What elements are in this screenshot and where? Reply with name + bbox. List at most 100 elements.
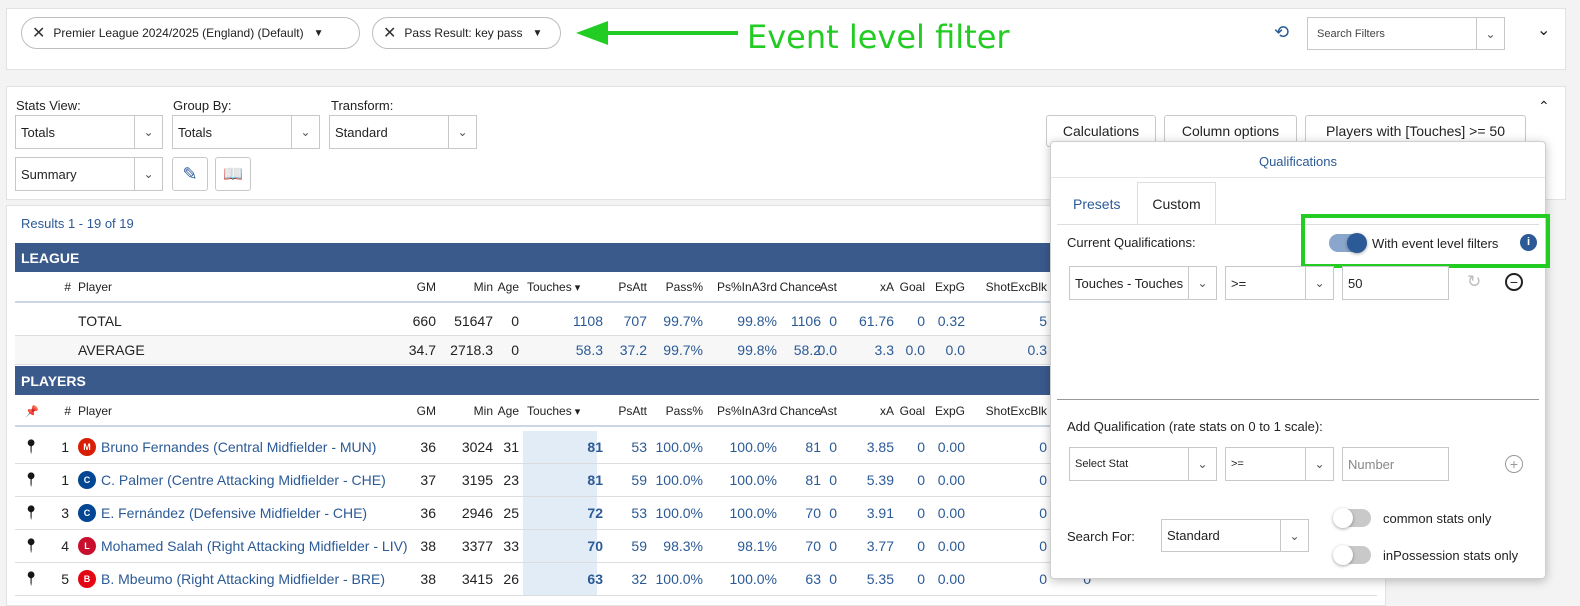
column-header[interactable]: Touches ▾ (527, 397, 607, 425)
column-header[interactable]: Pass% (655, 397, 703, 425)
event-filters-toggle[interactable] (1329, 233, 1367, 253)
chevron-down-icon[interactable]: ⌄ (134, 116, 162, 148)
tab-custom[interactable]: Custom (1137, 182, 1216, 225)
player-name-link[interactable]: C C. Palmer (Centre Attacking Midfielder … (78, 464, 386, 496)
column-header[interactable]: PsAtt (607, 273, 647, 301)
stat-cell: 53 (631, 505, 647, 521)
filter-chip-pass-result[interactable]: ✕ Pass Result: key pass ▼ (372, 17, 561, 49)
column-header[interactable]: Min (445, 273, 493, 301)
search-for-value: Standard (1167, 528, 1220, 543)
column-header[interactable]: xA (850, 273, 894, 301)
qualification-stat-select[interactable]: Touches - Touches ⌄ (1069, 266, 1217, 300)
remove-filter-icon[interactable]: ✕ (383, 23, 396, 43)
tab-presets[interactable]: Presets (1073, 196, 1120, 212)
stat-cell: 81 (587, 439, 603, 455)
search-for-label: Search For: (1067, 529, 1135, 544)
stat-cell: 0.0 (817, 342, 837, 358)
remove-filter-icon[interactable]: ✕ (32, 23, 45, 43)
column-header[interactable]: ShotExcBlk (959, 397, 1047, 425)
stat-cell: 0 (917, 439, 925, 455)
qualifications-title: Qualifications (1258, 154, 1338, 169)
column-header[interactable]: # (53, 273, 71, 301)
pin-icon[interactable]: 📍 (23, 464, 39, 496)
stats-view-select[interactable]: Totals ⌄ (15, 115, 163, 149)
player-name: E. Fernández (Defensive Midfielder - CHE… (101, 505, 368, 521)
chevron-down-icon[interactable]: ⌄ (1305, 267, 1333, 299)
group-by-value: Totals (178, 124, 212, 140)
column-header[interactable]: ShotExcBlk (959, 273, 1047, 301)
column-header[interactable]: PsAtt (607, 397, 647, 425)
stat-cell: 99.8% (737, 313, 777, 329)
chevron-down-icon[interactable]: ⌄ (1188, 267, 1216, 299)
column-header[interactable]: Goal (899, 273, 925, 301)
event-filters-label: With event level filters (1372, 236, 1499, 251)
pin-icon[interactable]: 📍 (23, 497, 39, 529)
row-label: TOTAL (78, 313, 122, 329)
player-name-link[interactable]: L Mohamed Salah (Right Attacking Midfield… (78, 530, 408, 562)
column-header[interactable]: Pass% (655, 273, 703, 301)
chevron-down-icon[interactable]: ▼ (532, 28, 542, 39)
column-header[interactable]: # (53, 397, 71, 425)
history-icon[interactable]: ⟲ (1274, 22, 1289, 43)
add-number-input[interactable]: Number (1342, 447, 1449, 481)
add-qualification-icon[interactable]: + (1505, 455, 1523, 473)
stat-cell: 100.0% (655, 505, 703, 521)
edit-button[interactable]: ✎ (172, 157, 208, 191)
chevron-down-icon[interactable]: ⌄ (448, 116, 476, 148)
column-header[interactable]: Age (497, 397, 519, 425)
remove-qualification-icon[interactable]: − (1505, 273, 1523, 291)
qualification-value-input[interactable]: 50 (1342, 266, 1449, 300)
column-header[interactable]: Ast (815, 273, 837, 301)
pin-icon[interactable]: 📍 (23, 563, 39, 595)
stat-cell: 0 (511, 342, 519, 358)
collapse-filters-icon[interactable]: ⌄ (1537, 20, 1550, 40)
add-stat-select[interactable]: Select Stat ⌄ (1069, 447, 1217, 481)
current-qualifications-label: Current Qualifications: (1067, 235, 1196, 250)
add-operator-select[interactable]: >= ⌄ (1225, 447, 1334, 481)
column-header[interactable]: Age (497, 273, 519, 301)
column-header[interactable]: Ps%InA3rd (709, 397, 777, 425)
summary-select[interactable]: Summary ⌄ (15, 157, 163, 191)
chevron-down-icon[interactable]: ⌄ (134, 158, 162, 190)
common-stats-toggle[interactable] (1333, 508, 1371, 528)
inpossession-stats-toggle[interactable] (1333, 545, 1371, 565)
stat-cell: 5.35 (866, 571, 894, 587)
column-header[interactable]: xA (850, 397, 894, 425)
group-by-select[interactable]: Totals ⌄ (172, 115, 320, 149)
chevron-down-icon[interactable]: ▼ (314, 28, 324, 39)
pin-column-icon[interactable]: 📌 (25, 397, 41, 425)
search-for-select[interactable]: Standard ⌄ (1161, 519, 1309, 552)
column-header[interactable]: Goal (899, 397, 925, 425)
collapse-controls-icon[interactable]: ⌃ (1538, 98, 1550, 115)
column-header[interactable]: Ps%InA3rd (709, 273, 777, 301)
column-header[interactable]: GM (410, 273, 436, 301)
column-header[interactable]: GM (410, 397, 436, 425)
column-header[interactable]: Touches ▾ (527, 273, 607, 301)
chevron-down-icon[interactable]: ⌄ (1305, 448, 1333, 480)
stat-cell: 0 (829, 472, 837, 488)
club-crest-icon: M (78, 438, 96, 456)
stat-cell: 99.7% (663, 342, 703, 358)
filter-chip-league[interactable]: ✕ Premier League 2024/2025 (England) (De… (21, 17, 360, 49)
search-filters-select[interactable]: Search Filters ⌄ (1307, 17, 1505, 50)
column-header[interactable]: Ast (815, 397, 837, 425)
chevron-down-icon[interactable]: ⌄ (291, 116, 319, 148)
glossary-button[interactable]: 📖 (215, 157, 251, 191)
stat-cell: 3024 (461, 439, 493, 455)
column-header[interactable]: Player (78, 397, 378, 425)
player-name-link[interactable]: C E. Fernández (Defensive Midfielder - CH… (78, 497, 367, 529)
column-header[interactable]: Min (445, 397, 493, 425)
player-name-link[interactable]: M Bruno Fernandes (Central Midfielder - M… (78, 431, 376, 463)
qualification-operator-select[interactable]: >= ⌄ (1225, 266, 1334, 300)
pin-icon[interactable]: 📍 (23, 530, 39, 562)
transform-select[interactable]: Standard ⌄ (329, 115, 477, 149)
refresh-icon[interactable]: ↻ (1467, 272, 1481, 292)
info-icon[interactable]: i (1520, 234, 1537, 251)
pin-icon[interactable]: 📍 (23, 431, 39, 463)
chevron-down-icon[interactable]: ⌄ (1280, 520, 1308, 551)
club-crest-icon: C (78, 471, 96, 489)
chevron-down-icon[interactable]: ⌄ (1476, 18, 1504, 49)
column-header[interactable]: Player (78, 273, 378, 301)
chevron-down-icon[interactable]: ⌄ (1188, 448, 1216, 480)
player-name-link[interactable]: B B. Mbeumo (Right Attacking Midfielder -… (78, 563, 385, 595)
